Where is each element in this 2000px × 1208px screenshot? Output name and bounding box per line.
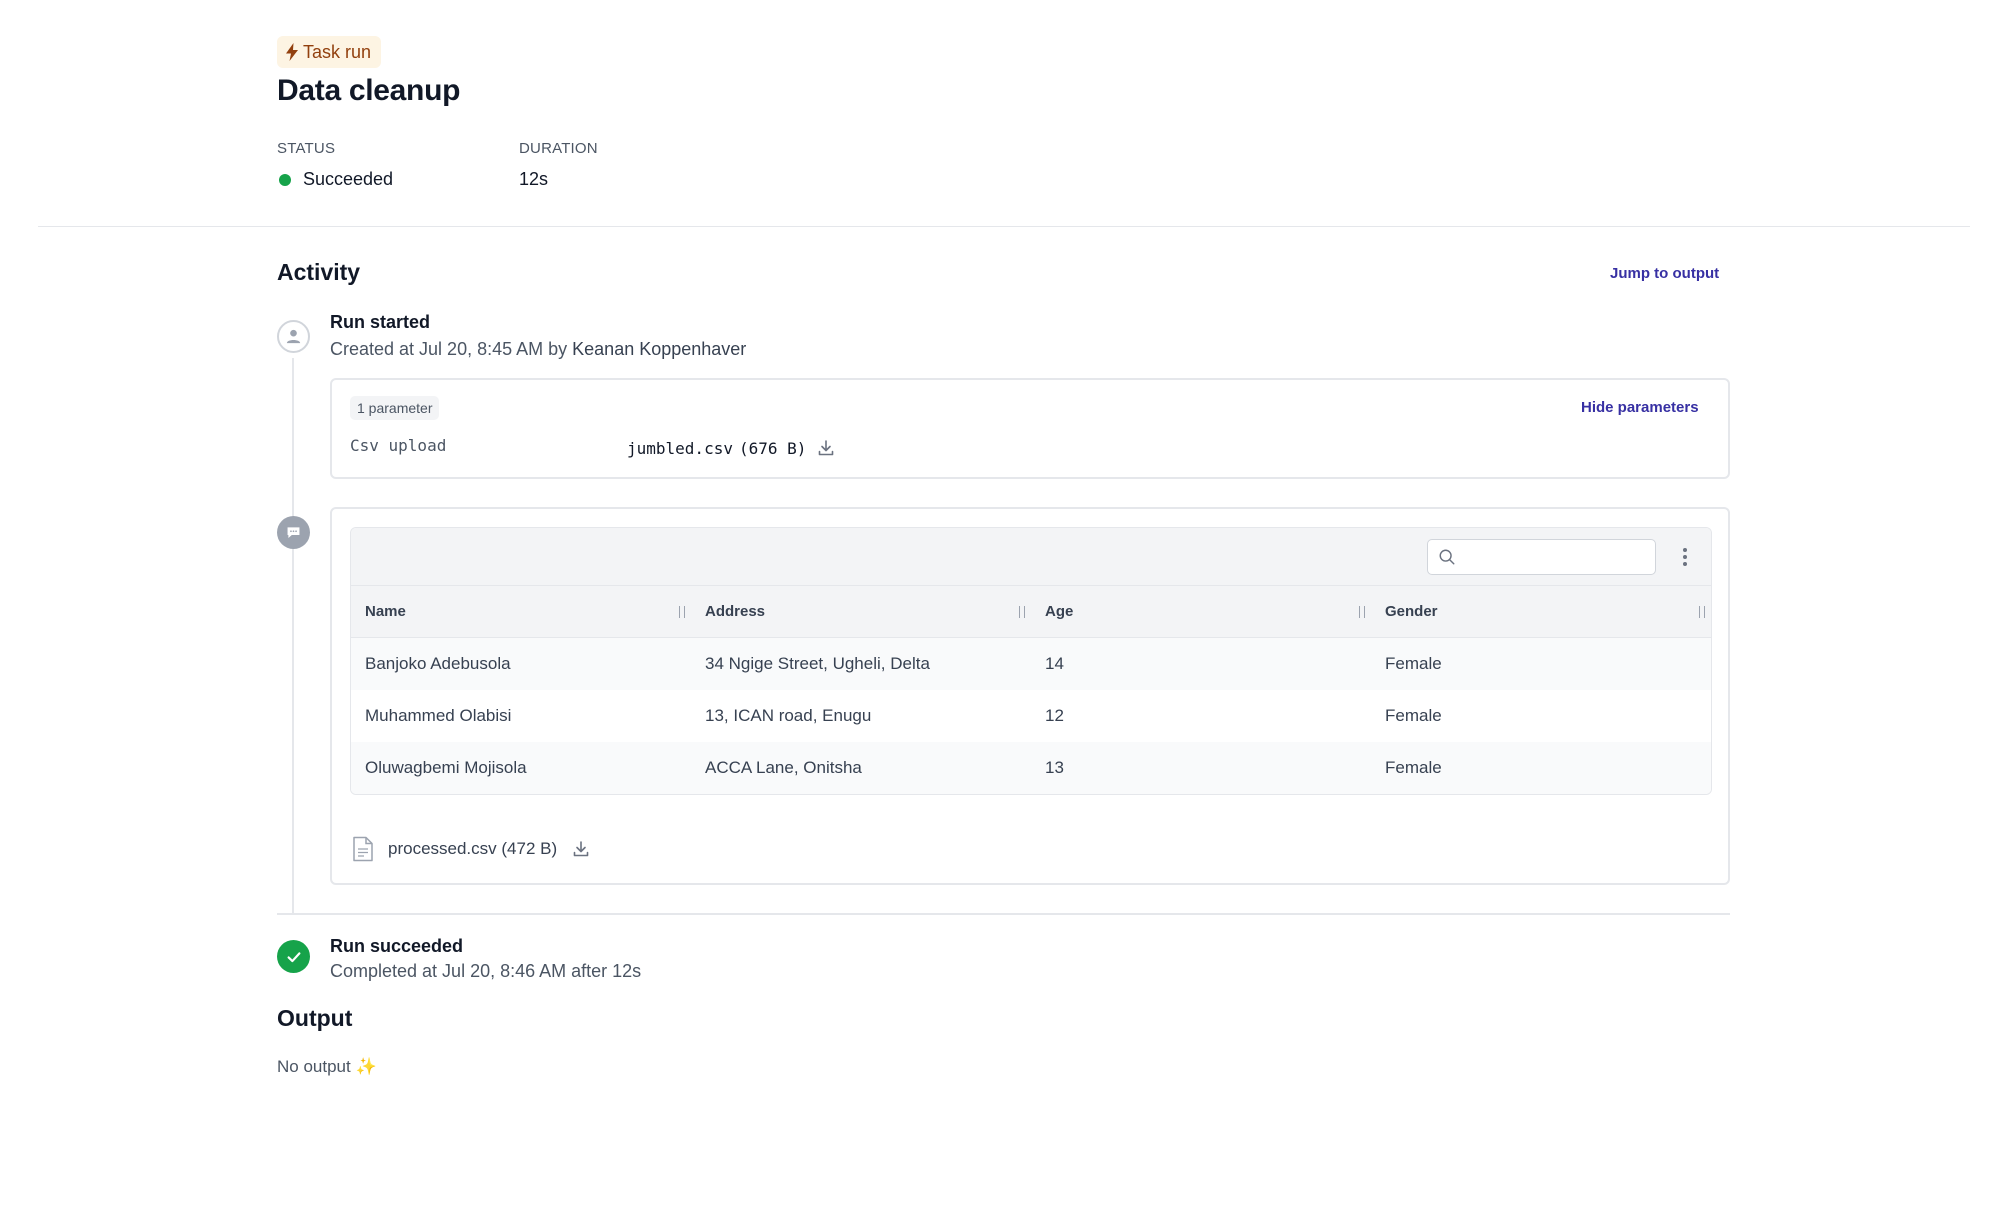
column-resize-handle[interactable] <box>1699 606 1705 618</box>
status-block: STATUS Succeeded <box>277 140 393 190</box>
check-circle-icon <box>277 940 310 973</box>
table-header-row: Name Address Age Gender <box>351 586 1711 638</box>
file-icon <box>353 836 373 862</box>
table-row[interactable]: Banjoko Adebusola 34 Ngige Street, Ughel… <box>351 638 1711 690</box>
table-row[interactable]: Muhammed Olabisi 13, ICAN road, Enugu 12… <box>351 690 1711 742</box>
column-resize-handle[interactable] <box>1019 606 1025 618</box>
column-resize-handle[interactable] <box>1359 606 1365 618</box>
table-search-input[interactable] <box>1427 539 1656 575</box>
processed-file-row: processed.csv (472 B) <box>352 836 591 862</box>
task-run-label: Task run <box>303 41 372 62</box>
bolt-icon <box>286 43 298 61</box>
run-started-subtitle: Created at Jul 20, 8:45 AM by Keanan Kop… <box>330 339 746 360</box>
sparkle-icon: ✨ <box>355 1057 377 1076</box>
jump-to-output-button[interactable]: Jump to output <box>1610 265 1719 282</box>
cell-gender: Female <box>1385 758 1442 777</box>
parameter-value: jumbled.csv (676 B) <box>627 438 836 458</box>
no-output-text: No output ✨ <box>277 1057 377 1076</box>
parameter-count-badge: 1 parameter <box>350 396 440 420</box>
created-by-user: Keanan Koppenhaver <box>572 339 747 359</box>
download-icon[interactable] <box>571 839 591 859</box>
task-run-badge: Task run <box>277 36 382 68</box>
comment-icon <box>277 516 310 549</box>
cell-address: 34 Ngige Street, Ugheli, Delta <box>705 654 930 673</box>
cell-age: 14 <box>1045 654 1064 673</box>
status-dot-icon <box>279 173 291 186</box>
column-resize-handle[interactable] <box>679 606 685 618</box>
column-header-address[interactable]: Address <box>691 586 1031 637</box>
timeline-line <box>292 358 294 914</box>
cell-gender: Female <box>1385 706 1442 725</box>
cell-name: Oluwagbemi Mojisola <box>365 758 527 777</box>
parameter-file-size: (676 B) <box>738 438 807 458</box>
status-label: STATUS <box>277 140 336 157</box>
cell-address: ACCA Lane, Onitsha <box>705 758 862 777</box>
cell-address: 13, ICAN road, Enugu <box>705 706 872 725</box>
created-at-text: Created at Jul 20, 8:45 AM by <box>330 339 568 359</box>
task-run-badge-wrap: Task run <box>277 36 382 68</box>
timeline-divider <box>277 913 1730 915</box>
table-row[interactable]: Oluwagbemi Mojisola ACCA Lane, Onitsha 1… <box>351 742 1711 794</box>
search-icon <box>1439 549 1455 565</box>
duration-block: DURATION 12s <box>519 140 598 190</box>
duration-label: DURATION <box>519 140 598 157</box>
parameter-file-name[interactable]: jumbled.csv <box>627 439 733 458</box>
cell-age: 12 <box>1045 706 1064 725</box>
page-title: Data cleanup <box>277 74 461 107</box>
run-started-title: Run started <box>330 312 431 332</box>
run-succeeded-title: Run succeeded <box>330 936 464 956</box>
column-header-name[interactable]: Name <box>351 586 691 637</box>
cell-name: Banjoko Adebusola <box>365 654 511 673</box>
processed-file-link[interactable]: processed.csv (472 B) <box>388 839 557 859</box>
output-title: Output <box>277 1005 353 1031</box>
header-divider <box>38 226 1970 227</box>
output-table-card: Name Address Age Gender Banjoko Adebusol… <box>330 507 1730 885</box>
parameter-key: Csv upload <box>350 436 447 455</box>
column-header-age[interactable]: Age <box>1031 586 1371 637</box>
table-toolbar <box>351 528 1711 586</box>
user-avatar-icon <box>277 320 310 353</box>
status-value: Succeeded <box>303 169 394 189</box>
hide-parameters-button[interactable]: Hide parameters <box>1581 399 1699 416</box>
activity-title: Activity <box>277 259 361 285</box>
table-menu-icon[interactable] <box>1681 545 1689 569</box>
cell-age: 13 <box>1045 758 1064 777</box>
cell-gender: Female <box>1385 654 1442 673</box>
cell-name: Muhammed Olabisi <box>365 706 512 725</box>
parameters-card: 1 parameter Hide parameters Csv upload j… <box>330 378 1730 479</box>
duration-value: 12s <box>519 169 549 189</box>
download-icon[interactable] <box>816 438 836 458</box>
column-header-gender[interactable]: Gender <box>1371 586 1711 637</box>
run-succeeded-subtitle: Completed at Jul 20, 8:46 AM after 12s <box>330 961 642 981</box>
table-body: Banjoko Adebusola 34 Ngige Street, Ughel… <box>351 638 1711 794</box>
data-table: Name Address Age Gender Banjoko Adebusol… <box>350 527 1712 795</box>
status-value-row: Succeeded <box>279 169 393 190</box>
